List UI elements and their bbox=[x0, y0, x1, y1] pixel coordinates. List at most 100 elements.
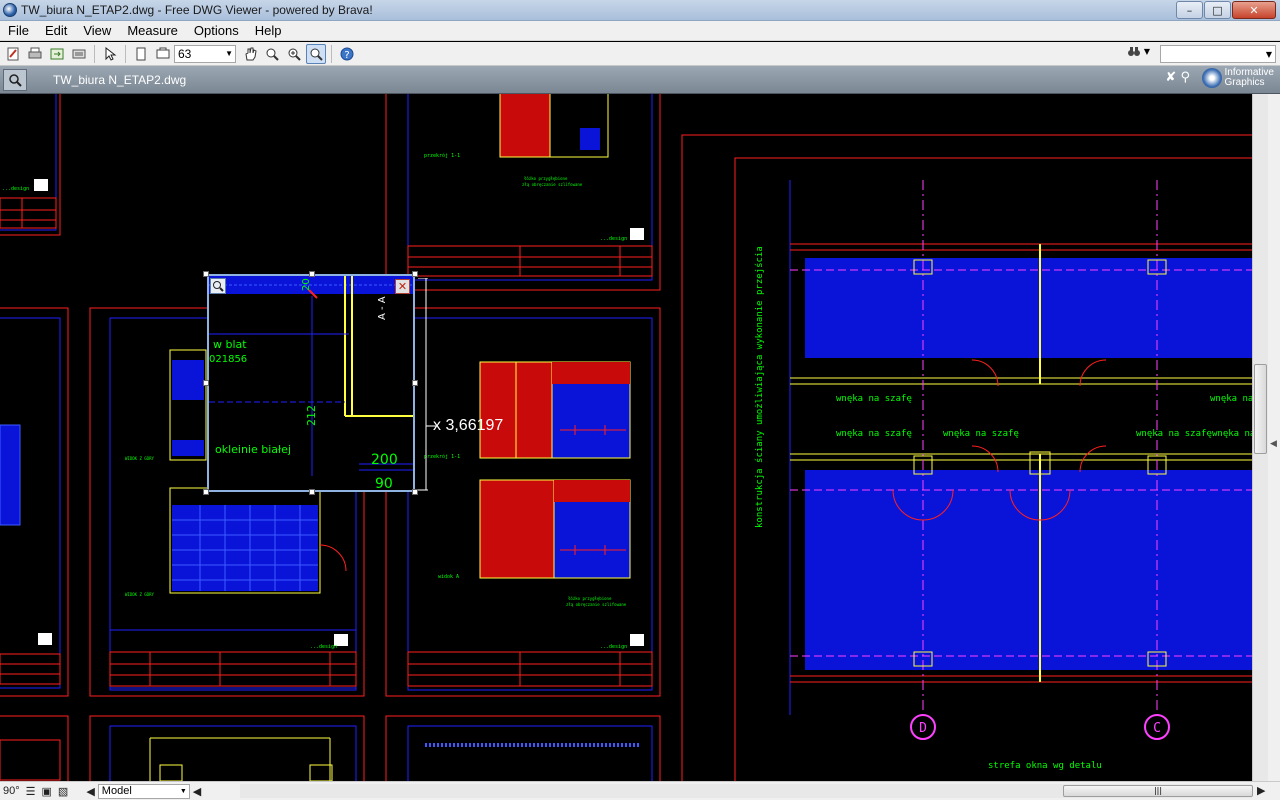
app-icon[interactable] bbox=[3, 3, 17, 17]
svg-text:?: ? bbox=[344, 50, 349, 61]
resize-handle[interactable] bbox=[203, 271, 209, 277]
resize-handle[interactable] bbox=[412, 271, 418, 277]
resize-handle[interactable] bbox=[203, 489, 209, 495]
svg-text:...design: ...design bbox=[310, 644, 337, 650]
informative-graphics-logo: Informative Graphics bbox=[1201, 68, 1274, 88]
layout-combo[interactable]: Model ▼ bbox=[97, 783, 190, 799]
floor-plan: D C wnęka na szafę wnęka na szafę wnęka … bbox=[681, 134, 1252, 781]
mag-text-code: 021856 bbox=[209, 354, 247, 365]
menu-options[interactable]: Options bbox=[186, 23, 247, 38]
section-label-1: przekrój 1-1 bbox=[424, 152, 460, 159]
menu-edit[interactable]: Edit bbox=[37, 23, 75, 38]
prev-layout-icon[interactable]: ◀ bbox=[83, 785, 97, 798]
export-icon[interactable] bbox=[47, 44, 67, 64]
help-icon[interactable]: ? bbox=[337, 44, 357, 64]
toolbar: 63 ▼ ? ▼ ▼ bbox=[0, 42, 1280, 66]
minimize-button[interactable]: – bbox=[1176, 1, 1203, 19]
resize-handle[interactable] bbox=[309, 489, 315, 495]
mag-text-blat: w blat bbox=[213, 338, 247, 351]
magnifier-zoom-icon[interactable] bbox=[210, 278, 226, 294]
scroll-right-icon[interactable]: ▶ bbox=[1254, 784, 1268, 797]
svg-text:...design: ...design bbox=[2, 186, 29, 192]
design-label-2: ...design bbox=[600, 644, 627, 650]
mag-dim-212: 212 bbox=[305, 405, 318, 426]
niche-label-4: wnęka na szafę bbox=[943, 429, 1019, 439]
find-combo[interactable]: ▼ bbox=[1160, 45, 1276, 63]
mag-text-okleinie: okleinie białej bbox=[215, 443, 291, 456]
sheet-top-left: ...design bbox=[0, 94, 61, 236]
find-icon[interactable]: ▼ bbox=[1127, 44, 1150, 58]
window-controls: – □ ✕ bbox=[1176, 1, 1276, 19]
frame-icon[interactable]: ▣ bbox=[39, 785, 55, 798]
zoom-window-icon[interactable] bbox=[262, 44, 282, 64]
mag-dim-90: 90 bbox=[375, 476, 393, 490]
svg-text:łóżko przygłębione: łóżko przygłębione bbox=[568, 596, 612, 601]
vertical-scroll-thumb[interactable] bbox=[1254, 364, 1267, 454]
niche-label-2: wnęka na szafę bbox=[1210, 394, 1252, 404]
search-icon[interactable] bbox=[3, 68, 27, 91]
menu-help[interactable]: Help bbox=[247, 23, 290, 38]
magnifier-window[interactable]: 20 A - A w blat 021856 212 okleinie biał… bbox=[207, 274, 415, 492]
chevron-down-icon[interactable]: ▼ bbox=[1144, 47, 1150, 56]
batch-icon[interactable] bbox=[69, 44, 89, 64]
rotation-value[interactable]: 90° bbox=[0, 785, 23, 797]
page-icon[interactable] bbox=[131, 44, 151, 64]
menu-view[interactable]: View bbox=[75, 23, 119, 38]
select-icon[interactable] bbox=[100, 44, 120, 64]
toolbar-separator bbox=[125, 44, 126, 63]
horizontal-scroll-thumb[interactable]: ||| bbox=[1063, 785, 1253, 797]
zoom-icon[interactable] bbox=[284, 44, 304, 64]
scroll-left-icon[interactable]: ◀ bbox=[190, 785, 204, 798]
toolbar-separator bbox=[331, 44, 332, 63]
magnifier-dimension-line bbox=[418, 278, 436, 491]
sheet-top-center: ...design przekrój 1-1 łóżko przygłębion… bbox=[385, 94, 661, 291]
drawing-canvas[interactable]: ...design ...design WIDOK Z GÓRY WIDOK Z… bbox=[0, 94, 1252, 781]
resize-handle[interactable] bbox=[309, 271, 315, 277]
design-label-1: ...design bbox=[600, 236, 627, 242]
eraser-icon[interactable]: ✘ bbox=[1165, 70, 1176, 85]
chevron-down-icon: ▼ bbox=[179, 787, 187, 795]
svg-text:łóżko przygłębione: łóżko przygłębione bbox=[524, 176, 568, 181]
mag-dim-20: 20 bbox=[301, 278, 312, 291]
menu-measure[interactable]: Measure bbox=[119, 23, 186, 38]
vertical-scrollbar[interactable] bbox=[1252, 94, 1268, 781]
axis-c-label: C bbox=[1153, 721, 1161, 736]
layers-icon[interactable]: ☰ bbox=[23, 785, 39, 798]
menu-bar: File Edit View Measure Options Help bbox=[0, 21, 1280, 41]
logo-line2: Graphics bbox=[1224, 77, 1265, 88]
horizontal-scrollbar[interactable]: ||| bbox=[240, 784, 1253, 798]
window-title: TW_biura N_ETAP2.dwg - Free DWG Viewer -… bbox=[21, 3, 373, 17]
svg-text:złą obręczanie szlifowane: złą obręczanie szlifowane bbox=[566, 602, 627, 607]
zoom-combo[interactable]: 63 ▼ bbox=[174, 44, 236, 63]
zoom-tool-icon[interactable]: ⚲ bbox=[1180, 70, 1190, 85]
monitor-icon[interactable]: ▧ bbox=[55, 785, 71, 798]
layout-value: Model bbox=[101, 785, 132, 797]
close-button[interactable]: ✕ bbox=[1232, 1, 1276, 19]
sheet-mid-left bbox=[0, 307, 69, 697]
axis-d-label: D bbox=[919, 721, 927, 736]
document-tab[interactable]: TW_biura N_ETAP2.dwg bbox=[53, 73, 186, 87]
logo-mark-icon bbox=[1201, 68, 1222, 88]
zoom-value: 63 bbox=[178, 46, 192, 61]
maximize-button[interactable]: □ bbox=[1204, 1, 1231, 19]
print-icon[interactable] bbox=[25, 44, 45, 64]
magnifier-close-icon[interactable]: ✕ bbox=[395, 279, 410, 294]
zoom-factor-readout: x 3,66197 bbox=[433, 417, 504, 434]
chevron-left-icon[interactable]: ◀ bbox=[1270, 439, 1277, 449]
status-bar: 90° ☰ ▣ ▧ ◀ Model ▼ ◀ ||| ▶ bbox=[0, 781, 1280, 800]
magnify-icon[interactable] bbox=[306, 43, 326, 64]
pages-icon[interactable] bbox=[153, 44, 173, 64]
right-gutter: ◀ bbox=[1268, 94, 1280, 781]
mag-section-aa: A - A bbox=[377, 296, 388, 320]
new-icon[interactable] bbox=[3, 44, 23, 64]
mag-dim-200: 200 bbox=[371, 452, 398, 468]
view-label: widok A bbox=[438, 574, 459, 580]
magnified-detail: 20 A - A w blat 021856 212 okleinie biał… bbox=[209, 276, 413, 490]
niche-label-3: wnęka na szafę bbox=[836, 429, 912, 439]
menu-file[interactable]: File bbox=[0, 23, 37, 38]
svg-text:WIDOK Z GÓRY: WIDOK Z GÓRY bbox=[125, 592, 154, 597]
resize-handle[interactable] bbox=[203, 380, 209, 386]
pan-icon[interactable] bbox=[240, 44, 260, 64]
cad-drawing: ...design ...design WIDOK Z GÓRY WIDOK Z… bbox=[0, 94, 1252, 781]
toolbar-separator bbox=[94, 44, 95, 63]
